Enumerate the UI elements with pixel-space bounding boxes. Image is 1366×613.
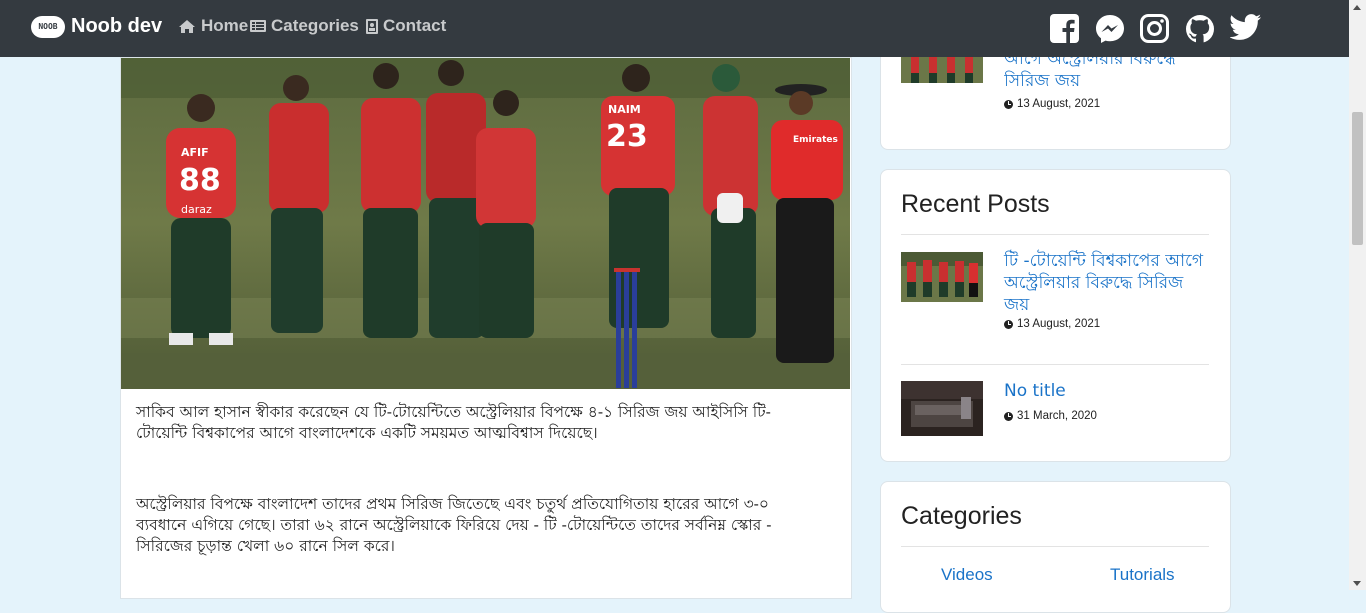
article-card: AFIF 88 daraz NAIM 23 Emirates সাকিব আল … — [120, 57, 852, 599]
navbar: NOOB Noob dev Home Categories Contact — [0, 0, 1349, 57]
twitter-icon[interactable] — [1230, 14, 1262, 41]
clock-icon — [1004, 319, 1013, 329]
jersey-number-1: 88 — [179, 163, 221, 198]
messenger-icon[interactable] — [1095, 14, 1125, 44]
page-scrollbar[interactable] — [1349, 0, 1366, 590]
scroll-up-arrow-icon[interactable] — [1353, 5, 1361, 10]
home-icon — [178, 19, 196, 34]
featured-post-date: 13 August, 2021 — [1004, 98, 1100, 110]
recent-post-date-1: 13 August, 2021 — [1004, 318, 1100, 330]
brand-logo: NOOB — [31, 15, 65, 38]
list-icon — [250, 19, 266, 33]
recent-post-title-2[interactable]: No title — [1004, 380, 1204, 402]
recent-post-date-2: 31 March, 2020 — [1004, 410, 1097, 422]
category-link-tutorials[interactable]: Tutorials — [1110, 565, 1175, 585]
divider — [901, 546, 1209, 547]
article-paragraph-2: অস্ট্রেলিয়ার বিপক্ষে বাংলাদেশ তাদের প্র… — [136, 495, 772, 555]
nav-home-label: Home — [201, 16, 249, 35]
jersey-sponsor: daraz — [181, 203, 212, 216]
brand-name: Noob dev — [71, 15, 163, 37]
nav-categories[interactable]: Categories — [250, 16, 377, 36]
recent-post-date-text-2: 31 March, 2020 — [1017, 410, 1097, 422]
recent-posts-card: Recent Posts টি -টোয়েন্টি বিশ্বকাপের আগ… — [880, 169, 1231, 462]
contact-icon — [366, 18, 378, 34]
nav-home[interactable]: Home — [178, 16, 248, 36]
brand-link[interactable]: NOOB Noob dev — [31, 15, 162, 38]
jersey-name-1: AFIF — [181, 146, 209, 159]
recent-post-thumbnail-2[interactable] — [901, 381, 983, 436]
facebook-icon[interactable] — [1050, 14, 1079, 43]
github-icon[interactable] — [1185, 14, 1215, 44]
umpire-shirt-text: Emirates — [793, 135, 838, 145]
scroll-down-arrow-icon[interactable] — [1353, 581, 1361, 586]
divider — [901, 364, 1209, 365]
nav-contact[interactable]: Contact — [366, 16, 446, 36]
featured-post-date-text: 13 August, 2021 — [1017, 98, 1101, 110]
nav-contact-label: Contact — [383, 16, 447, 35]
article-paragraph-1: সাকিব আল হাসান স্বীকার করেছেন যে টি-টোয়… — [136, 403, 771, 442]
article-image: AFIF 88 daraz NAIM 23 Emirates — [121, 58, 850, 389]
recent-posts-heading: Recent Posts — [901, 190, 1050, 218]
recent-post-date-text-1: 13 August, 2021 — [1017, 318, 1101, 330]
categories-heading: Categories — [901, 502, 1022, 530]
categories-card: Categories Videos Tutorials — [880, 481, 1231, 613]
jersey-number-2: 23 — [606, 119, 648, 154]
clock-icon — [1004, 411, 1013, 421]
recent-post-title-1[interactable]: টি -টোয়েন্টি বিশ্বকাপের আগে অস্ট্রেলিয়… — [1004, 250, 1204, 316]
divider — [901, 234, 1209, 235]
clock-icon — [1004, 99, 1013, 109]
category-link-videos[interactable]: Videos — [941, 565, 993, 585]
nav-categories-label: Categories — [271, 16, 359, 35]
recent-post-thumbnail-1[interactable] — [901, 252, 983, 302]
instagram-icon[interactable] — [1140, 14, 1169, 43]
jersey-name-2: NAIM — [608, 103, 641, 116]
scrollbar-thumb[interactable] — [1352, 112, 1363, 245]
